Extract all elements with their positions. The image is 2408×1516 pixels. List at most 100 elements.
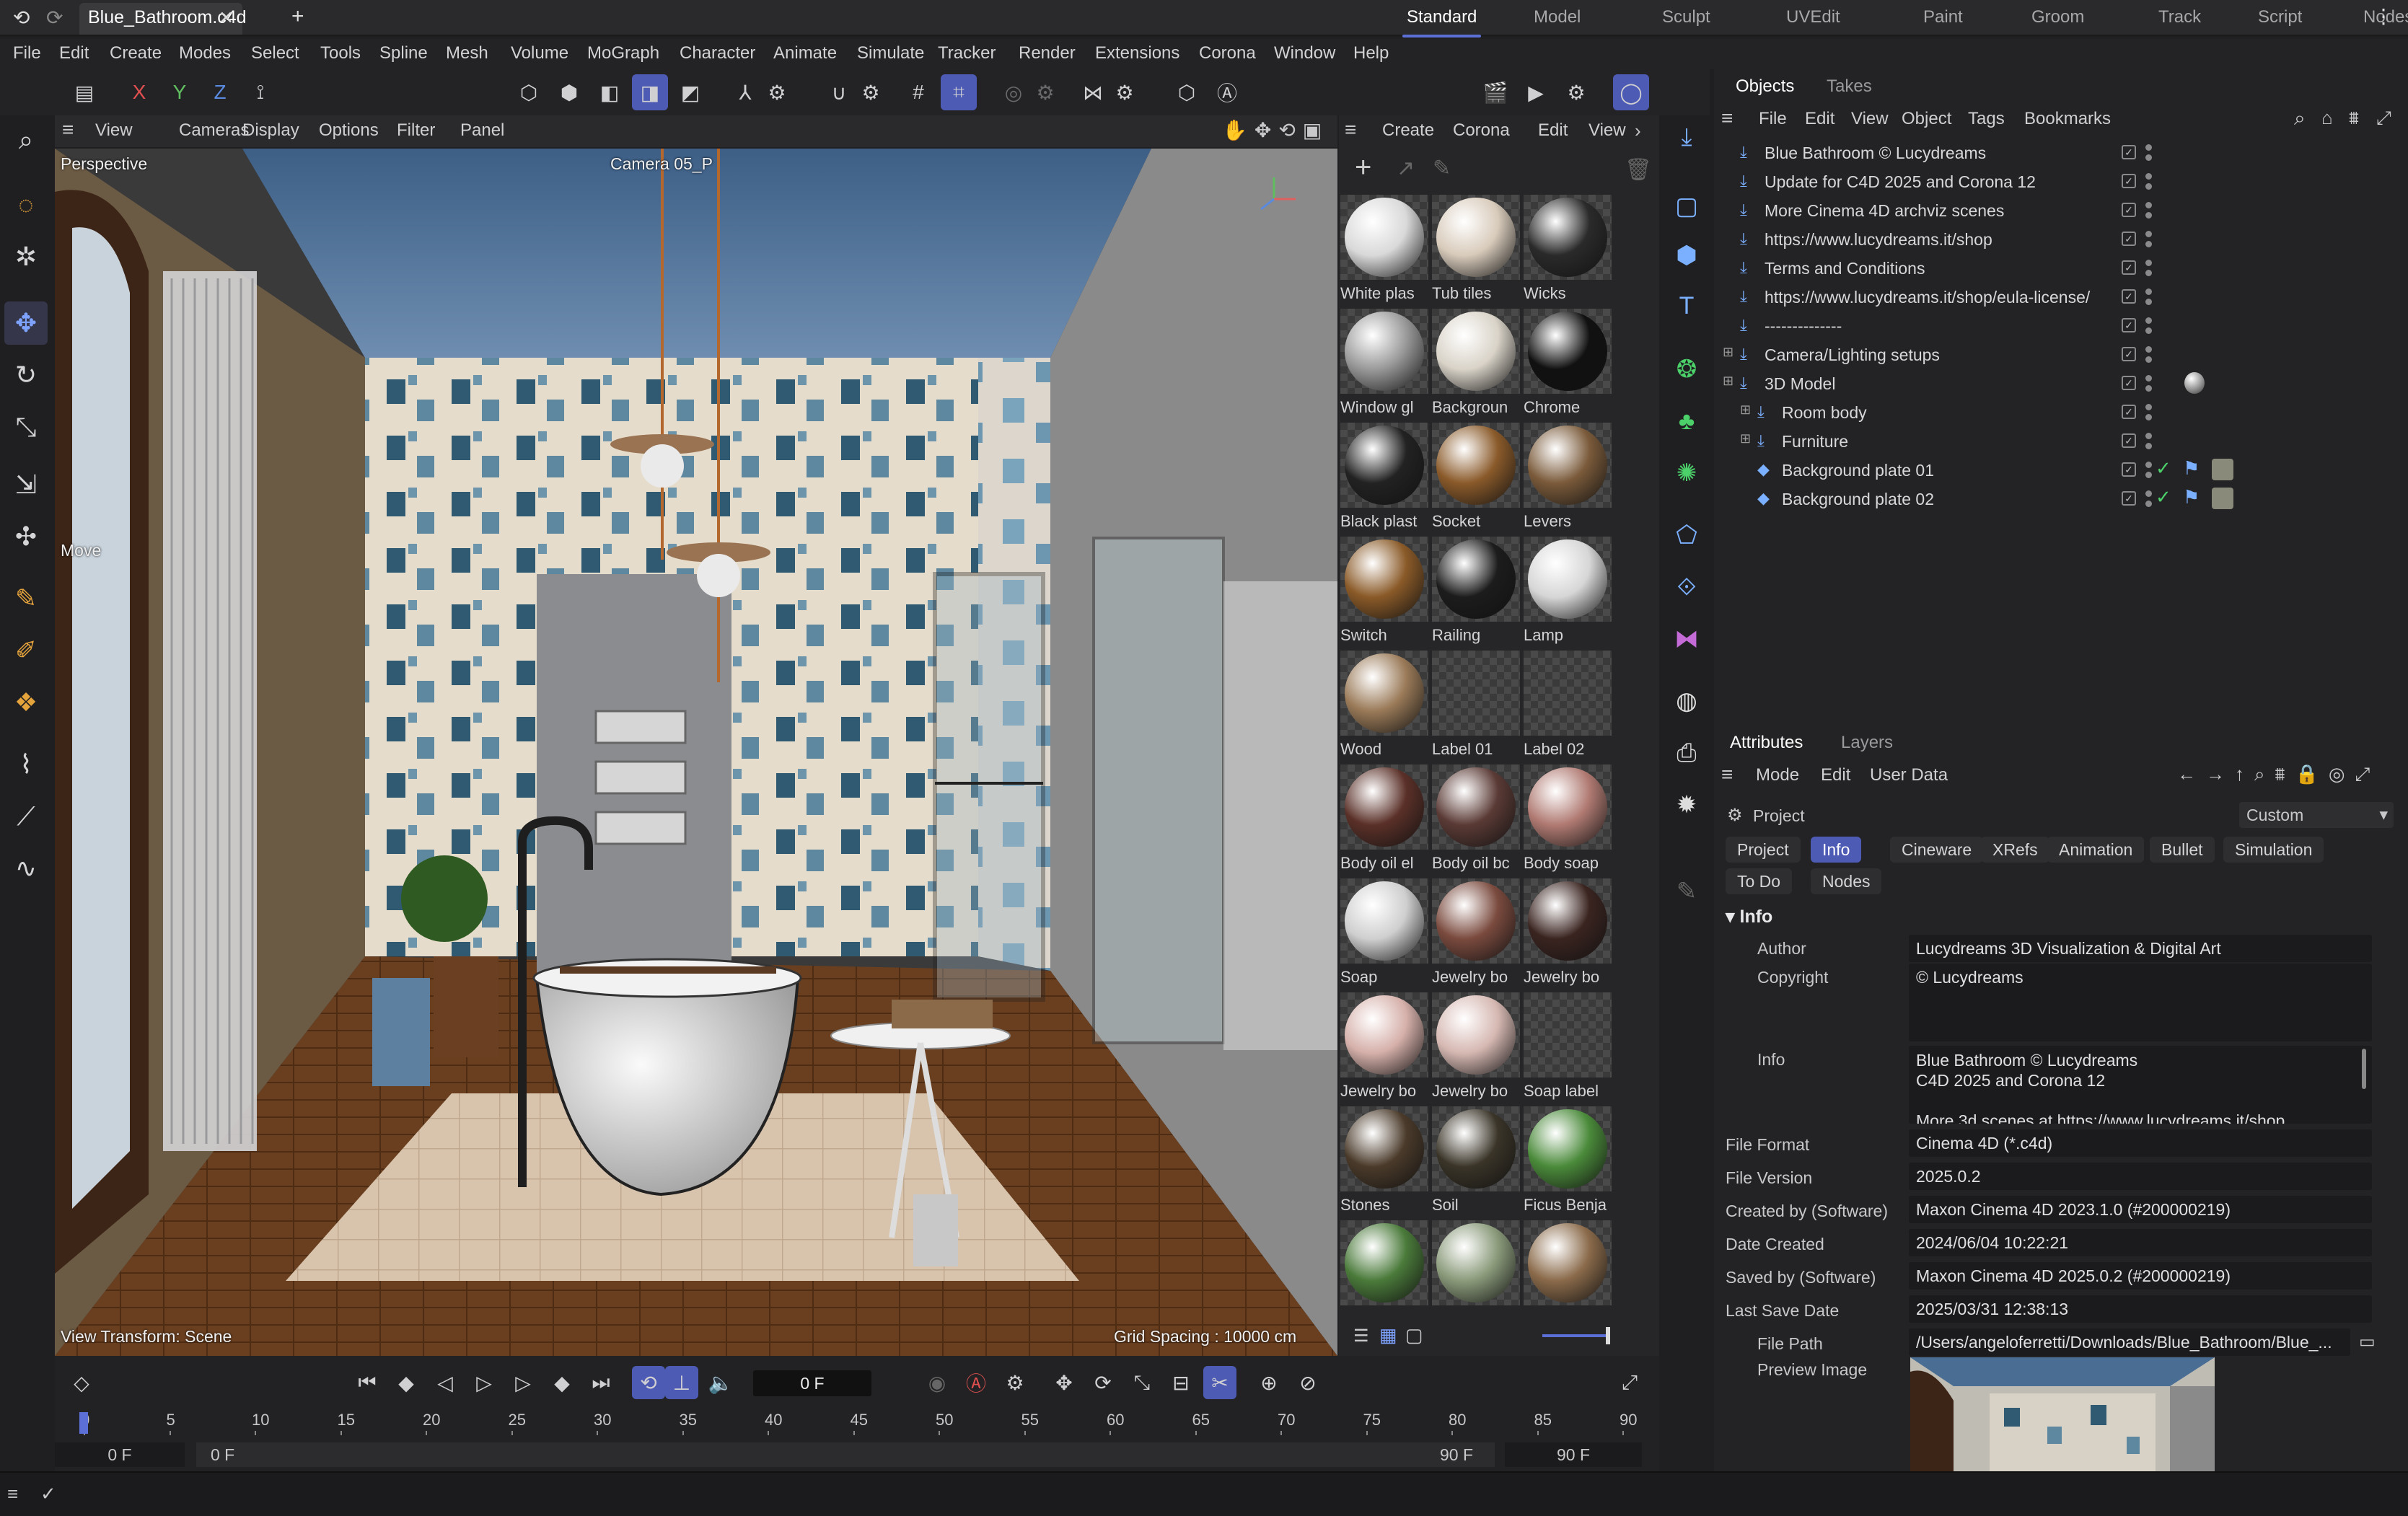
objects-menu-bookmarks[interactable]: Bookmarks bbox=[2024, 109, 2111, 129]
layout-tab-track[interactable]: Track bbox=[2158, 7, 2201, 27]
object-row[interactable]: ⊞ ⤓ Camera/Lighting setups ✓ bbox=[1714, 340, 2408, 369]
object-row[interactable]: ◆ Background plate 02 ✓ ✓ ⚑ bbox=[1714, 485, 2408, 514]
object-row[interactable]: ⤓ -------------- ✓ bbox=[1714, 312, 2408, 340]
tab-takes[interactable]: Takes bbox=[1827, 76, 1872, 97]
expand-icon[interactable]: ⤢ bbox=[2376, 107, 2391, 130]
menu-character[interactable]: Character bbox=[680, 43, 755, 63]
layout-tab-sculpt[interactable]: Sculpt bbox=[1662, 7, 1710, 27]
undo-icon[interactable]: ⟲ bbox=[13, 6, 30, 30]
tweak-tool-icon[interactable]: ✲ bbox=[4, 235, 48, 278]
field-value[interactable]: /Users/angeloferretti/Downloads/Blue_Bat… bbox=[1909, 1328, 2350, 1356]
end-frame-field[interactable]: 90 F bbox=[1505, 1442, 1642, 1467]
viewport-menu-cameras[interactable]: Cameras bbox=[179, 120, 249, 141]
enable-checkbox[interactable]: ✓ bbox=[2122, 376, 2136, 390]
check-icon[interactable]: ✓ bbox=[40, 1483, 56, 1505]
viewport-menu-filter[interactable]: Filter bbox=[397, 120, 435, 141]
menu-animate[interactable]: Animate bbox=[773, 43, 837, 63]
material-thumb[interactable] bbox=[1340, 1220, 1428, 1327]
material-thumb[interactable]: Body oil el bbox=[1340, 764, 1428, 874]
link-icon[interactable]: ↗ bbox=[1397, 156, 1415, 181]
uv-mode-icon[interactable]: ◩ bbox=[672, 74, 708, 110]
objects-menu-tags[interactable]: Tags bbox=[1968, 109, 2005, 129]
list-view-icon[interactable]: ☰ bbox=[1353, 1326, 1369, 1347]
viewport-menu-options[interactable]: Options bbox=[319, 120, 379, 141]
object-row[interactable]: ⤓ More Cinema 4D archviz scenes ✓ bbox=[1714, 196, 2408, 225]
author-field[interactable]: Lucydreams 3D Visualization & Digital Ar… bbox=[1909, 935, 2372, 962]
large-view-icon[interactable]: ▢ bbox=[1405, 1324, 1423, 1347]
enable-checkbox[interactable]: ✓ bbox=[2122, 491, 2136, 506]
menu-modes[interactable]: Modes bbox=[179, 43, 231, 63]
viewport-menu-panel[interactable]: Panel bbox=[460, 120, 504, 141]
symmetry-settings-icon[interactable]: ⚙ bbox=[1107, 74, 1143, 110]
material-thumb[interactable]: Body oil bc bbox=[1432, 764, 1520, 874]
tab-objects[interactable]: Objects bbox=[1736, 76, 1794, 97]
environment-icon[interactable]: ◍ bbox=[1666, 681, 1707, 721]
deformer-icon[interactable]: ⬠ bbox=[1666, 515, 1707, 555]
field-value[interactable]: 2025.0.2 bbox=[1909, 1163, 2372, 1190]
menu-extensions[interactable]: Extensions bbox=[1095, 43, 1179, 63]
visibility-toggle[interactable] bbox=[2145, 258, 2153, 278]
menu-tracker[interactable]: Tracker bbox=[938, 43, 996, 63]
home-icon[interactable]: ⌂ bbox=[2321, 107, 2333, 129]
objects-menu-edit[interactable]: Edit bbox=[1805, 109, 1834, 129]
viewport-menu-view[interactable]: View bbox=[95, 120, 133, 141]
chevron-right-icon[interactable]: › bbox=[1635, 120, 1641, 142]
material-thumb[interactable]: Levers bbox=[1524, 423, 1612, 532]
attributes-menu-mode[interactable]: Mode bbox=[1756, 765, 1799, 785]
attr-button-animation[interactable]: Animation bbox=[2047, 837, 2145, 863]
plane-icon[interactable]: ▢ bbox=[1666, 186, 1707, 226]
visibility-toggle[interactable] bbox=[2145, 287, 2153, 307]
enable-checkbox[interactable]: ✓ bbox=[2122, 203, 2136, 217]
edges-mode-icon[interactable]: ⬢ bbox=[551, 74, 587, 110]
menu-spline[interactable]: Spline bbox=[379, 43, 428, 63]
axis-mode-icon[interactable]: ⅄ bbox=[727, 74, 763, 110]
attr-button-info[interactable]: Info bbox=[1811, 837, 1862, 863]
enable-checkbox[interactable]: ✓ bbox=[2122, 289, 2136, 304]
object-row[interactable]: ⤓ Blue Bathroom © Lucydreams ✓ bbox=[1714, 138, 2408, 167]
edit-icon[interactable]: ✎ bbox=[1433, 156, 1451, 181]
expand-toggle-icon[interactable]: ⊞ bbox=[1723, 345, 1734, 360]
close-icon[interactable]: ✕ bbox=[219, 7, 234, 29]
folder-icon[interactable]: ▭ bbox=[2359, 1331, 2376, 1352]
material-tag-icon[interactable] bbox=[2212, 459, 2233, 480]
start-frame-field[interactable]: 0 F bbox=[55, 1442, 185, 1467]
attr-button-to-do[interactable]: To Do bbox=[1726, 868, 1793, 894]
enable-checkbox[interactable]: ✓ bbox=[2122, 405, 2136, 419]
material-thumb[interactable] bbox=[1524, 1220, 1612, 1327]
visibility-toggle[interactable] bbox=[2145, 489, 2153, 509]
layout-tab-script[interactable]: Script bbox=[2258, 7, 2302, 27]
material-thumb[interactable]: Lamp bbox=[1524, 537, 1612, 646]
rotate-tool-icon[interactable]: ↻ bbox=[4, 353, 48, 397]
material-thumb[interactable]: Jewelry bo bbox=[1340, 992, 1428, 1102]
trash-icon[interactable]: 🗑 bbox=[1625, 157, 1652, 182]
grid-snap-icon[interactable]: ⌗ bbox=[941, 74, 977, 110]
menu-edit[interactable]: Edit bbox=[59, 43, 89, 63]
material-thumb[interactable]: Railing bbox=[1432, 537, 1520, 646]
filter-icon[interactable]: ⩩ bbox=[2349, 107, 2359, 130]
attr-button-nodes[interactable]: Nodes bbox=[1811, 868, 1882, 894]
menu-render[interactable]: Render bbox=[1019, 43, 1076, 63]
material-menu-edit[interactable]: Edit bbox=[1538, 120, 1568, 141]
visibility-toggle[interactable] bbox=[2145, 143, 2153, 163]
model-mode-icon[interactable]: ◨ bbox=[632, 74, 668, 110]
nav-icons[interactable]: ←→↑⌕⩩🔒◎⤢ bbox=[2177, 763, 2380, 786]
playhead[interactable] bbox=[79, 1412, 88, 1434]
render-region-icon[interactable]: 🎬 bbox=[1477, 74, 1513, 110]
effector-icon[interactable]: ✺ bbox=[1666, 453, 1707, 493]
collapse-icon[interactable]: ▾ bbox=[1726, 907, 1735, 927]
visibility-toggle[interactable] bbox=[2145, 345, 2153, 365]
coordinate-system-icon[interactable]: ⟟ bbox=[242, 74, 278, 110]
material-thumb[interactable]: Ficus Benja bbox=[1524, 1106, 1612, 1216]
material-tag-icon[interactable] bbox=[2184, 372, 2205, 394]
visibility-toggle[interactable] bbox=[2145, 316, 2153, 336]
material-thumb[interactable]: Wicks bbox=[1524, 195, 1612, 304]
material-thumb[interactable]: Black plast bbox=[1340, 423, 1428, 532]
new-tab-icon[interactable]: + bbox=[291, 4, 304, 29]
enable-checkbox[interactable]: ✓ bbox=[2122, 145, 2136, 159]
render-settings-icon[interactable]: ⚙ bbox=[1558, 74, 1594, 110]
attributes-menu-user-data[interactable]: User Data bbox=[1870, 765, 1948, 785]
material-tag-icon[interactable] bbox=[2212, 488, 2233, 509]
menu-corona[interactable]: Corona bbox=[1199, 43, 1256, 63]
menu-file[interactable]: File bbox=[13, 43, 41, 63]
add-material-icon[interactable]: + bbox=[1355, 151, 1371, 184]
